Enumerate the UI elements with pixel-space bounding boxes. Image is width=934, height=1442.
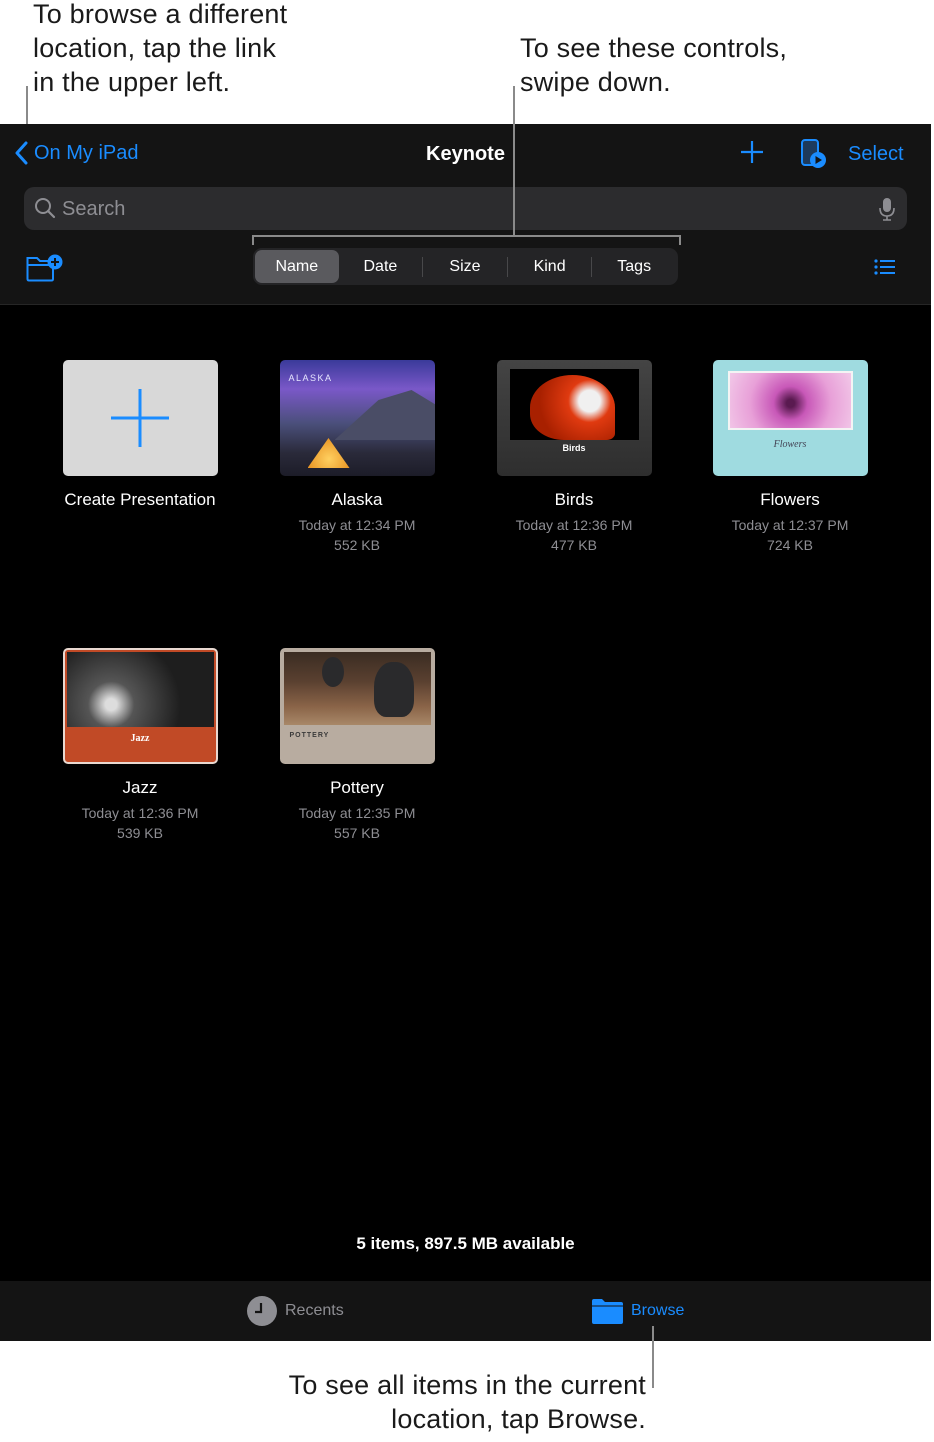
remote-play-icon[interactable] bbox=[800, 138, 830, 170]
file-name: Birds bbox=[554, 490, 594, 509]
thumb-image bbox=[283, 652, 431, 725]
create-presentation-item[interactable]: Create Presentation bbox=[40, 360, 240, 510]
folder-icon bbox=[592, 1299, 623, 1324]
thumb-label: Birds bbox=[562, 443, 586, 453]
search-field[interactable] bbox=[24, 187, 907, 232]
search-input[interactable] bbox=[60, 187, 864, 232]
callout-browse: To see all items in the current location… bbox=[200, 1368, 646, 1436]
thumb-label: ALASKA bbox=[288, 373, 333, 383]
file-date: Today at 12:37 PM bbox=[731, 517, 849, 533]
callout-line: location, tap Browse. bbox=[391, 1404, 646, 1434]
thumb-image bbox=[66, 652, 214, 727]
file-date: Today at 12:34 PM bbox=[298, 517, 416, 533]
callout-swipe-down: To see these controls, swipe down. bbox=[520, 31, 787, 99]
file-date: Today at 12:36 PM bbox=[81, 805, 199, 821]
file-name: Alaska bbox=[331, 490, 383, 509]
mountain-shape bbox=[334, 390, 435, 440]
sort-segmented-control: Name Date Size Kind Tags bbox=[253, 248, 678, 285]
file-thumbnail: POTTERY bbox=[279, 648, 435, 764]
parrot-shape bbox=[529, 375, 615, 440]
tab-bar: Recents Browse bbox=[0, 1281, 931, 1341]
file-size: 724 KB bbox=[767, 537, 813, 553]
file-thumbnail: Jazz bbox=[62, 648, 218, 764]
clock-icon bbox=[247, 1296, 277, 1326]
file-thumbnail: ALASKA bbox=[279, 360, 435, 476]
callout-line: swipe down. bbox=[520, 67, 671, 97]
vase-shape bbox=[373, 662, 414, 717]
file-item-pottery[interactable]: POTTERY Pottery Today at 12:35 PM 557 KB bbox=[257, 648, 457, 843]
create-thumbnail bbox=[62, 360, 218, 476]
plus-icon bbox=[110, 389, 169, 447]
callout-line: To see these controls, bbox=[520, 33, 788, 63]
plus-icon[interactable] bbox=[738, 138, 766, 166]
sort-option-size[interactable]: Size bbox=[423, 250, 507, 283]
file-item-jazz[interactable]: Jazz Jazz Today at 12:36 PM 539 KB bbox=[40, 648, 240, 843]
tab-recents[interactable]: Recents bbox=[247, 1281, 344, 1341]
file-item-flowers[interactable]: Flowers Flowers Today at 12:37 PM 724 KB bbox=[690, 360, 890, 555]
callout-bracket-right bbox=[679, 235, 681, 245]
search-icon bbox=[35, 198, 56, 219]
callout-line: in the upper left. bbox=[33, 67, 231, 97]
file-name: Create Presentation bbox=[64, 490, 216, 509]
thumb-label: Jazz bbox=[130, 733, 150, 744]
navigation-bar: On My iPad Keynote Select Name Date Size bbox=[0, 124, 931, 305]
vase-shape bbox=[321, 657, 344, 687]
list-view-icon[interactable] bbox=[874, 258, 896, 276]
file-size: 557 KB bbox=[334, 825, 380, 841]
sort-option-tags[interactable]: Tags bbox=[592, 250, 676, 283]
file-name: Jazz bbox=[122, 778, 158, 797]
sort-option-name[interactable]: Name bbox=[255, 250, 339, 283]
thumb-label: POTTERY bbox=[289, 732, 330, 739]
tab-label: Recents bbox=[285, 1302, 344, 1319]
sort-option-date[interactable]: Date bbox=[339, 250, 423, 283]
tab-label: Browse bbox=[631, 1302, 685, 1319]
select-button[interactable]: Select bbox=[848, 143, 904, 166]
keynote-document-browser: On My iPad Keynote Select Name Date Size bbox=[0, 86, 931, 1341]
file-date: Today at 12:36 PM bbox=[515, 517, 633, 533]
callout-browse-location: To browse a different location, tap the … bbox=[33, 0, 287, 99]
file-name: Pottery bbox=[330, 778, 384, 797]
file-item-alaska[interactable]: ALASKA Alaska Today at 12:34 PM 552 KB bbox=[257, 360, 457, 555]
callout-leader-line bbox=[513, 86, 515, 236]
file-thumbnail: Flowers bbox=[712, 360, 868, 476]
sort-option-kind[interactable]: Kind bbox=[508, 250, 592, 283]
page-title: Keynote bbox=[426, 143, 505, 165]
tent-shape bbox=[307, 438, 350, 468]
callout-line: location, tap the link bbox=[33, 33, 277, 63]
file-name: Flowers bbox=[760, 490, 820, 509]
tab-browse[interactable]: Browse bbox=[592, 1281, 684, 1341]
microphone-icon[interactable] bbox=[879, 197, 895, 221]
callout-line: To browse a different bbox=[33, 0, 288, 29]
storage-status: 5 items, 897.5 MB available bbox=[356, 1234, 575, 1253]
callout-line: To see all items in the current bbox=[288, 1370, 646, 1400]
thumb-label: Flowers bbox=[773, 439, 807, 450]
file-size: 552 KB bbox=[334, 537, 380, 553]
file-size: 477 KB bbox=[551, 537, 597, 553]
file-thumbnail: Birds bbox=[496, 360, 652, 476]
callout-leader-line bbox=[652, 1326, 654, 1388]
file-item-birds[interactable]: Birds Birds Today at 12:36 PM 477 KB bbox=[474, 360, 674, 555]
file-size: 539 KB bbox=[117, 825, 163, 841]
new-folder-icon[interactable] bbox=[26, 254, 64, 282]
thumb-image bbox=[509, 369, 639, 440]
file-date: Today at 12:35 PM bbox=[298, 805, 416, 821]
thumb-image bbox=[727, 371, 853, 430]
callout-bracket-top bbox=[252, 235, 681, 237]
